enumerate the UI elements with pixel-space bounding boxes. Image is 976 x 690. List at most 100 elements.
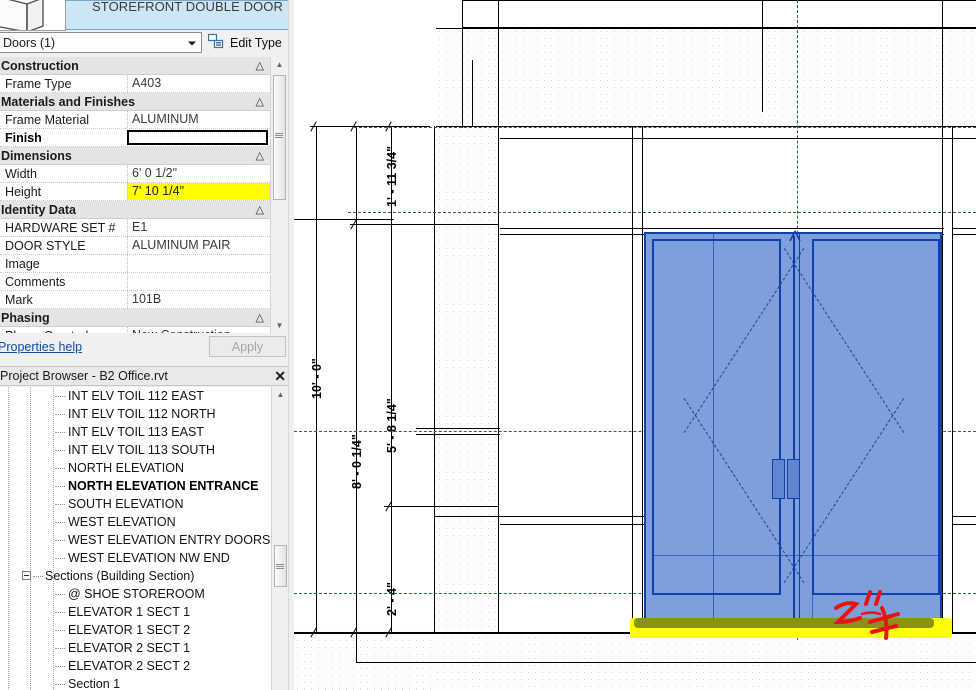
chevron-up-icon[interactable]: △ (256, 95, 264, 108)
reference-plane-h[interactable] (354, 127, 976, 128)
dimension-extension-line (350, 224, 498, 226)
category-selector[interactable]: Doors (1) (0, 32, 202, 53)
property-row[interactable]: DOOR STYLE ALUMINUM PAIR (0, 237, 270, 255)
scrollbar-grip-icon (275, 133, 283, 140)
scroll-up-arrow-icon[interactable]: ▲ (273, 387, 288, 401)
tree-branch-line (55, 684, 65, 685)
project-browser-item[interactable]: WEST ELEVATION ENTRY DOORS (0, 531, 271, 549)
dimension-text[interactable]: 2' - 4" (385, 582, 399, 616)
project-browser-item[interactable]: WEST ELEVATION (0, 513, 271, 531)
chevron-up-icon[interactable]: △ (256, 311, 264, 324)
properties-help-link[interactable]: Properties help (0, 340, 82, 354)
tree-branch-line (55, 540, 65, 541)
property-key: Comments (5, 274, 66, 289)
project-browser-scrollbar[interactable]: ▲ (271, 387, 289, 690)
tree-branch-line (55, 648, 65, 649)
chevron-up-icon[interactable]: △ (256, 59, 264, 72)
property-key: DOOR STYLE (5, 238, 86, 253)
property-value[interactable] (127, 273, 270, 290)
property-value[interactable]: New Construction (127, 327, 270, 333)
property-row[interactable]: Width 6' 0 1/2" (0, 165, 270, 183)
chevron-up-icon[interactable]: △ (256, 203, 264, 216)
project-browser-item[interactable]: Section 1 (0, 675, 271, 690)
dimension-text[interactable]: 10' - 0" (310, 358, 324, 399)
scrollbar-grip-icon (276, 564, 284, 571)
properties-type-header[interactable]: STOREFRONT DOUBLE DOOR (0, 0, 294, 31)
door-pull-handle-left[interactable] (772, 459, 785, 499)
drawing-canvas[interactable]: 1' - 11 3/4" 10' - 0" 8' - 0 1/4" 5' - 8… (294, 0, 976, 690)
project-browser-item[interactable]: Sections (Building Section) (0, 567, 271, 585)
tree-branch-line (55, 486, 65, 487)
project-browser-item[interactable]: @ SHOE STOREROOM (0, 585, 271, 603)
properties-toolbar: Doors (1) Edit Type (0, 32, 294, 54)
ground-hatch-lower-left (294, 630, 436, 690)
project-browser-item[interactable]: WEST ELEVATION NW END (0, 549, 271, 567)
property-row[interactable]: Mark 101B (0, 291, 270, 309)
property-row[interactable]: Phase CreatedNew Construction (0, 327, 270, 333)
wall-detail-line (416, 434, 500, 436)
property-value[interactable]: 101B (127, 291, 270, 308)
project-browser-tree[interactable]: INT ELV TOIL 112 EAST INT ELV TOIL 112 NO… (0, 387, 271, 690)
category-selector-value: Doors (1) (3, 35, 56, 50)
property-row[interactable]: Finish (0, 129, 270, 147)
project-browser-item[interactable]: INT ELV TOIL 112 EAST (0, 387, 271, 405)
reference-plane-h[interactable] (348, 212, 976, 213)
property-key: Finish (5, 130, 42, 145)
property-row[interactable]: Frame Type A403 (0, 75, 270, 93)
property-group-header[interactable]: Construction △ (0, 57, 270, 75)
storefront-frame (500, 228, 644, 230)
project-browser-item-label: ELEVATOR 1 SECT 1 (68, 605, 191, 619)
property-value[interactable]: 6' 0 1/2" (127, 165, 270, 182)
tree-collapse-icon[interactable] (22, 571, 31, 580)
property-value[interactable]: ALUMINUM PAIR (127, 237, 270, 254)
door-stile-v (799, 232, 801, 630)
property-value[interactable]: E1 (127, 219, 270, 236)
property-row[interactable]: Frame Material ALUMINUM (0, 111, 270, 129)
project-browser-item-label: NORTH ELEVATION (68, 461, 184, 475)
chevron-up-icon[interactable]: △ (256, 149, 264, 162)
property-group-header[interactable]: Materials and Finishes △ (0, 93, 270, 111)
project-browser-item-label: WEST ELEVATION NW END (68, 551, 230, 565)
property-value[interactable] (127, 255, 270, 272)
property-value[interactable]: 7' 10 1/4" (127, 183, 270, 200)
project-browser-item[interactable]: INT ELV TOIL 113 SOUTH (0, 441, 271, 459)
property-value[interactable]: ALUMINUM (127, 111, 270, 128)
project-browser-item[interactable]: ELEVATOR 1 SECT 2 (0, 621, 271, 639)
project-browser-item[interactable]: ELEVATOR 1 SECT 1 (0, 603, 271, 621)
door-pull-handle-right[interactable] (787, 459, 800, 499)
scroll-down-arrow-icon[interactable]: ▼ (272, 318, 287, 333)
property-value-input[interactable] (127, 130, 268, 145)
chevron-down-icon[interactable] (186, 37, 198, 49)
project-browser-item-label: WEST ELEVATION ENTRY DOORS (68, 533, 271, 547)
dimension-text[interactable]: 8' - 0 1/4" (350, 434, 364, 489)
project-browser-title: Project Browser - B2 Office.rvt (0, 369, 168, 383)
property-group-header[interactable]: Dimensions △ (0, 147, 270, 165)
project-browser-item[interactable]: SOUTH ELEVATION (0, 495, 271, 513)
property-group-header[interactable]: Phasing △ (0, 309, 270, 327)
project-browser-item[interactable]: ELEVATOR 2 SECT 1 (0, 639, 271, 657)
property-value[interactable]: A403 (127, 75, 270, 92)
project-browser-item-label: ELEVATOR 2 SECT 1 (68, 641, 191, 655)
property-group-header[interactable]: Identity Data △ (0, 201, 270, 219)
project-browser-item[interactable]: INT ELV TOIL 112 NORTH (0, 405, 271, 423)
tree-branch-line (55, 396, 65, 397)
project-browser-item-label: ELEVATOR 1 SECT 2 (68, 623, 191, 637)
scroll-up-arrow-icon[interactable]: ▲ (272, 57, 287, 72)
dimension-text[interactable]: 1' - 11 3/4" (385, 146, 399, 207)
edit-type-button[interactable]: Edit Type (207, 32, 282, 53)
properties-scrollbar[interactable]: ▲ ▼ (270, 57, 288, 333)
project-browser-item[interactable]: NORTH ELEVATION (0, 459, 271, 477)
tree-branch-line (55, 522, 65, 523)
project-browser-item[interactable]: INT ELV TOIL 113 EAST (0, 423, 271, 441)
property-row[interactable]: Comments (0, 273, 270, 291)
project-browser-item[interactable]: ELEVATOR 2 SECT 2 (0, 657, 271, 675)
property-row[interactable]: Height 7' 10 1/4" (0, 183, 270, 201)
grid-line-v (462, 0, 464, 128)
property-row[interactable]: Image (0, 255, 270, 273)
close-icon[interactable]: ✕ (274, 369, 286, 383)
property-row[interactable]: HARDWARE SET # E1 (0, 219, 270, 237)
dimension-text[interactable]: 5' - 8 1/4" (385, 398, 399, 453)
tree-branch-line (55, 504, 65, 505)
project-browser-item-selected[interactable]: NORTH ELEVATION ENTRANCE (0, 477, 271, 495)
apply-button[interactable]: Apply (209, 336, 286, 357)
